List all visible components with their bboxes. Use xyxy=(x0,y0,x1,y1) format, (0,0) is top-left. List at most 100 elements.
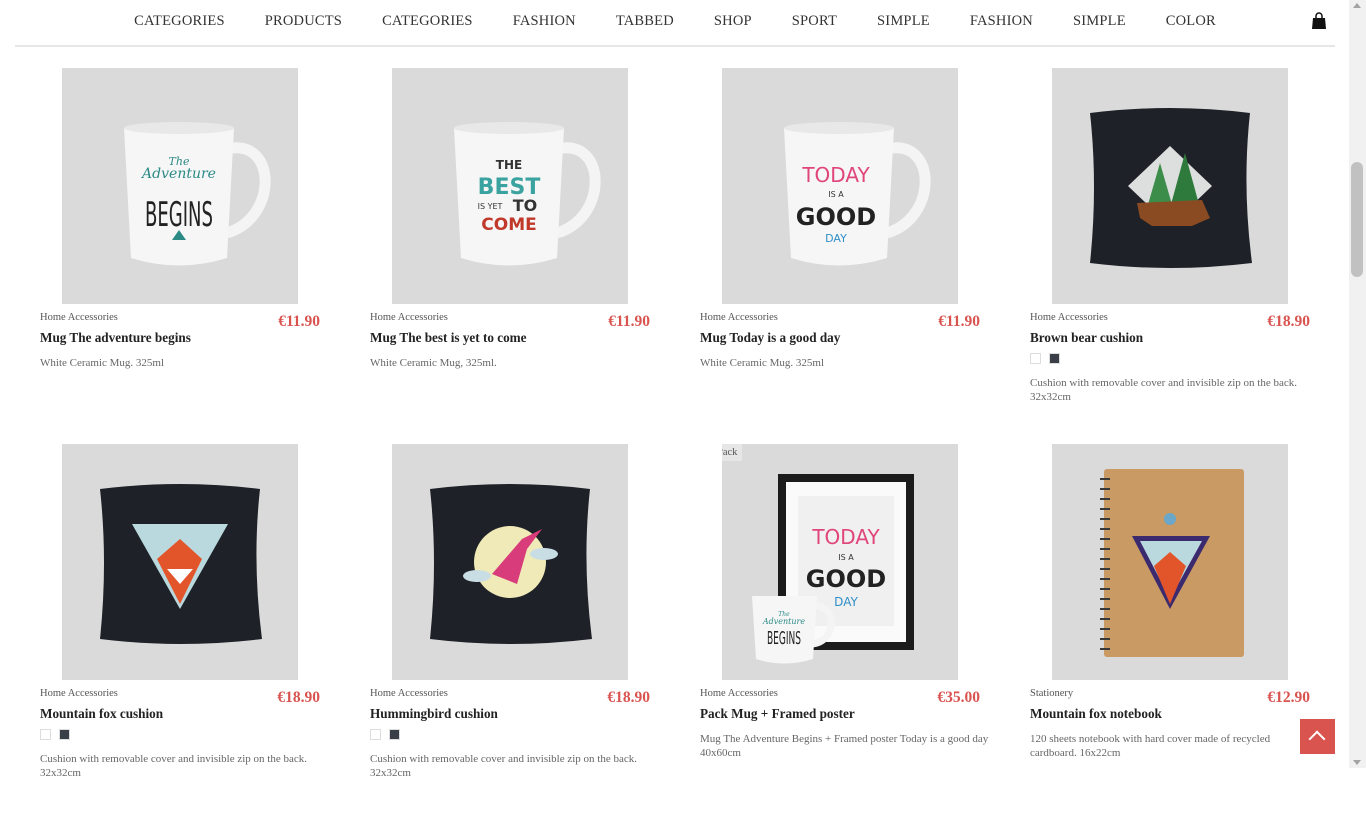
product-category: Stationery xyxy=(1030,688,1074,699)
nav-item-categories[interactable]: CATEGORIES xyxy=(114,0,245,45)
mug-art-line: Adventure xyxy=(762,617,805,626)
cushion-image xyxy=(1052,68,1288,304)
product-card[interactable]: The Adventure BEGINS Home Accessories €1… xyxy=(40,68,320,448)
product-name[interactable]: Mountain fox notebook xyxy=(1030,706,1162,722)
scroll-down-arrow-icon[interactable] xyxy=(1353,760,1361,765)
product-category: Home Accessories xyxy=(1030,312,1108,323)
product-category: Home Accessories xyxy=(700,688,778,699)
nav-item-fashion[interactable]: FASHION xyxy=(493,0,596,45)
product-card[interactable]: TODAY IS A GOOD DAY Home Accessories €11… xyxy=(700,68,980,448)
product-name[interactable]: Pack Mug + Framed poster xyxy=(700,706,855,722)
poster-art-line: DAY xyxy=(834,595,858,609)
product-category: Home Accessories xyxy=(40,312,118,323)
product-price: €12.90 xyxy=(1267,689,1310,706)
color-swatch-white[interactable] xyxy=(370,729,381,740)
poster-art-line: TODAY xyxy=(811,525,880,549)
shopping-bag-icon[interactable] xyxy=(1311,12,1327,30)
mug-art-line: GOOD xyxy=(796,203,876,231)
product-name[interactable]: Brown bear cushion xyxy=(1030,330,1143,346)
product-card[interactable]: Home Accessories €18.90 Mountain fox cus… xyxy=(40,444,320,824)
scroll-up-arrow-icon[interactable] xyxy=(1353,3,1361,8)
nav-item-categories-2[interactable]: CATEGORIES xyxy=(362,0,493,45)
color-swatch-dark[interactable] xyxy=(1049,353,1060,364)
color-swatches xyxy=(370,729,400,740)
product-price: €35.00 xyxy=(937,689,980,706)
cushion-image xyxy=(62,444,298,680)
product-image[interactable] xyxy=(62,444,298,680)
product-description: White Ceramic Mug, 325ml. xyxy=(370,357,497,369)
color-swatch-dark[interactable] xyxy=(389,729,400,740)
product-description: 120 sheets notebook with hard cover made… xyxy=(1030,733,1271,759)
nav-item-products[interactable]: PRODUCTS xyxy=(245,0,362,45)
product-price: €18.90 xyxy=(1267,313,1310,330)
product-card[interactable]: TODAY IS A GOOD DAY The Adventure BEGINS… xyxy=(700,444,988,824)
product-image[interactable] xyxy=(1052,444,1288,680)
nav-item-fashion-2[interactable]: FASHION xyxy=(950,0,1053,45)
product-category: Home Accessories xyxy=(700,312,778,323)
nav-item-sport[interactable]: SPORT xyxy=(772,0,857,45)
mug-art-line: BEGINS xyxy=(145,195,213,235)
color-swatches xyxy=(1030,353,1060,364)
cushion-image xyxy=(392,444,628,680)
mug-image: The Adventure BEGINS xyxy=(62,68,298,304)
product-image[interactable]: The Adventure BEGINS xyxy=(62,68,298,304)
top-navigation: CATEGORIES PRODUCTS CATEGORIES FASHION T… xyxy=(15,0,1335,47)
nav-item-simple-2[interactable]: SIMPLE xyxy=(1053,0,1146,45)
product-image[interactable] xyxy=(1052,68,1288,304)
product-description: Mug The Adventure Begins + Framed poster… xyxy=(700,733,989,759)
nav-item-color[interactable]: COLOR xyxy=(1146,0,1236,45)
mug-art-line: DAY xyxy=(825,232,847,245)
product-category: Home Accessories xyxy=(370,688,448,699)
mug-art-line: IS A xyxy=(828,190,844,199)
mug-art-line: COME xyxy=(481,215,536,235)
product-price: €18.90 xyxy=(277,689,320,706)
product-price: €18.90 xyxy=(607,689,650,706)
product-category: Home Accessories xyxy=(370,312,448,323)
nav-item-simple[interactable]: SIMPLE xyxy=(857,0,950,45)
product-price: €11.90 xyxy=(278,313,320,330)
product-name[interactable]: Mug The best is yet to come xyxy=(370,330,527,346)
nav-item-shop[interactable]: SHOP xyxy=(694,0,772,45)
product-card[interactable]: Stationery €12.90 Mountain fox notebook … xyxy=(1030,444,1310,824)
pack-badge: Pack xyxy=(722,444,743,461)
product-image[interactable] xyxy=(392,444,628,680)
scroll-to-top-button[interactable] xyxy=(1300,719,1335,754)
mug-art-line: BEGINS xyxy=(767,628,801,649)
mug-art-line: IS YET xyxy=(478,202,503,211)
nav-menu: CATEGORIES PRODUCTS CATEGORIES FASHION T… xyxy=(15,0,1335,45)
product-card[interactable]: Home Accessories €18.90 Brown bear cushi… xyxy=(1030,68,1310,448)
product-name[interactable]: Mountain fox cushion xyxy=(40,706,163,722)
product-name[interactable]: Mug The adventure begins xyxy=(40,330,191,346)
product-price: €11.90 xyxy=(938,313,980,330)
product-category: Home Accessories xyxy=(40,688,118,699)
product-description: Cushion with removable cover and invisib… xyxy=(1030,377,1297,403)
pack-image: TODAY IS A GOOD DAY The Adventure BEGINS xyxy=(722,444,958,680)
color-swatches xyxy=(40,729,70,740)
product-image[interactable]: THE BEST IS YET TO COME xyxy=(392,68,628,304)
mug-image: THE BEST IS YET TO COME xyxy=(392,68,628,304)
mug-art-line: TODAY xyxy=(801,163,870,187)
notebook-image xyxy=(1052,444,1288,680)
product-image[interactable]: TODAY IS A GOOD DAY xyxy=(722,68,958,304)
product-description: Cushion with removable cover and invisib… xyxy=(40,753,307,779)
product-image[interactable]: TODAY IS A GOOD DAY The Adventure BEGINS… xyxy=(722,444,958,680)
product-description: Cushion with removable cover and invisib… xyxy=(370,753,637,779)
product-name[interactable]: Hummingbird cushion xyxy=(370,706,498,722)
mug-art-line: TO xyxy=(513,196,538,215)
product-card[interactable]: THE BEST IS YET TO COME Home Accessories… xyxy=(370,68,650,448)
color-swatch-white[interactable] xyxy=(1030,353,1041,364)
nav-item-tabbed[interactable]: TABBED xyxy=(596,0,694,45)
color-swatch-dark[interactable] xyxy=(59,729,70,740)
mug-art-line: THE xyxy=(496,158,522,172)
product-name[interactable]: Mug Today is a good day xyxy=(700,330,840,346)
poster-art-line: GOOD xyxy=(806,565,886,593)
mug-art-line: Adventure xyxy=(140,166,216,182)
scroll-thumb[interactable] xyxy=(1351,162,1363,277)
poster-art-line: IS A xyxy=(838,553,854,562)
color-swatch-white[interactable] xyxy=(40,729,51,740)
product-price: €11.90 xyxy=(608,313,650,330)
product-card[interactable]: Home Accessories €18.90 Hummingbird cush… xyxy=(370,444,650,824)
product-description: White Ceramic Mug. 325ml xyxy=(700,357,825,369)
mug-image: TODAY IS A GOOD DAY xyxy=(722,68,958,304)
vertical-scrollbar[interactable] xyxy=(1349,0,1366,768)
